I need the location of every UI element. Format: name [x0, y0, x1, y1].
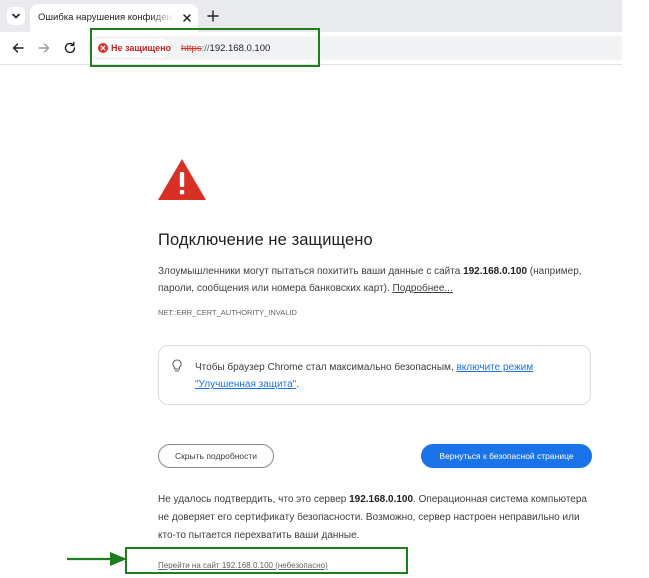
new-tab-icon[interactable] [206, 9, 220, 23]
error-code: NET::ERR_CERT_AUTHORITY_INVALID [158, 308, 297, 317]
security-chip[interactable]: Не защищено [91, 39, 172, 57]
url-text[interactable]: https://192.168.0.100 [181, 43, 270, 54]
back-to-safety-button[interactable]: Вернуться к безопасной странице [421, 444, 592, 468]
url-host: 192.168.0.100 [209, 43, 271, 54]
warning-triangle-icon [158, 159, 206, 200]
address-bar[interactable]: Не защищено https://192.168.0.100 [88, 36, 622, 60]
forward-arrow-icon[interactable] [37, 41, 51, 55]
tip-prefix: Чтобы браузер Chrome стал максимально бе… [195, 362, 454, 373]
page-title: Подключение не защищено [158, 231, 373, 249]
back-arrow-icon[interactable] [11, 41, 25, 55]
desc-host: 192.168.0.100 [463, 266, 528, 277]
reload-icon[interactable] [63, 41, 77, 55]
url-separator: :// [201, 43, 210, 54]
tip-suffix: . [296, 379, 299, 390]
tab-active[interactable]: Ошибка нарушения конфиденциальности [30, 4, 198, 32]
tab-strip: Ошибка нарушения конфиденциальности [0, 0, 622, 32]
close-icon[interactable] [181, 12, 193, 24]
security-label: Не защищено [111, 43, 172, 53]
description-text: Злоумышленники могут пытаться похитить в… [158, 263, 598, 297]
toolbar: Не защищено https://192.168.0.100 [0, 32, 622, 65]
learn-more-link[interactable]: Подробнее... [393, 283, 453, 294]
explanation-text: Не удалось подтвердить, что это сервер 1… [158, 491, 598, 545]
tab-search-button[interactable] [7, 7, 25, 25]
enhanced-protection-card: Чтобы браузер Chrome стал максимально бе… [158, 345, 591, 405]
tab-title: Ошибка нарушения конфиденциальности [38, 12, 174, 23]
url-scheme: https [181, 43, 202, 54]
explain-prefix: Не удалось подтвердить, что это сервер [158, 494, 347, 505]
annotation-arrow-icon [67, 552, 127, 566]
desc-prefix: Злоумышленники могут пытаться похитить в… [158, 266, 461, 277]
lightbulb-icon [172, 359, 182, 372]
tip-text: Чтобы браузер Chrome стал максимально бе… [195, 359, 580, 393]
proceed-unsafe-link[interactable]: Перейти на сайт 192.168.0.100 (небезопас… [158, 561, 328, 570]
explain-host: 192.168.0.100 [349, 494, 414, 505]
chevron-down-icon [12, 13, 20, 19]
hide-details-button[interactable]: Скрыть подробности [158, 444, 274, 468]
warning-circle-icon [98, 43, 108, 53]
